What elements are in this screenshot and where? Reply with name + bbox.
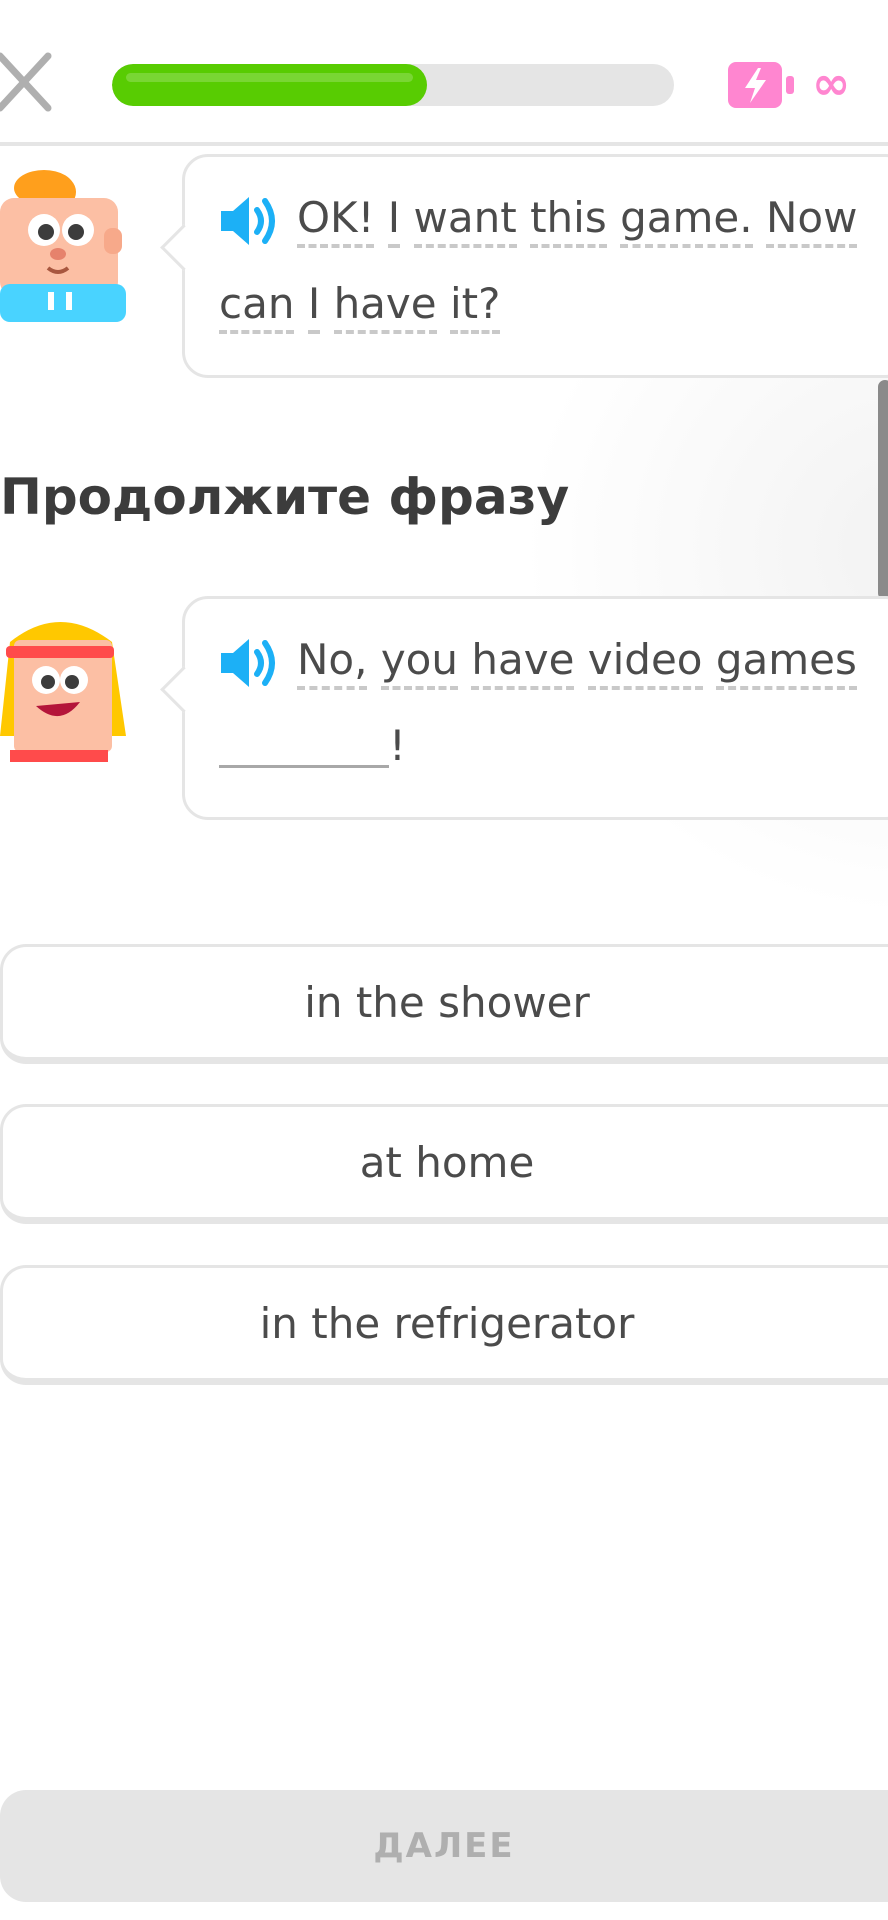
close-icon xyxy=(0,52,52,112)
prompt-word[interactable]: I xyxy=(387,193,401,248)
option-button[interactable]: in the refrigerator xyxy=(0,1265,888,1385)
option-label: at home xyxy=(359,1138,535,1187)
prompt-word[interactable]: it? xyxy=(449,279,501,334)
character-avatar-boy xyxy=(0,168,130,328)
prompt-word[interactable]: have xyxy=(333,279,437,334)
instruction-heading: Продолжите фразу xyxy=(0,468,570,526)
energy-battery-icon[interactable] xyxy=(726,60,796,110)
continue-button[interactable]: ДАЛЕЕ xyxy=(0,1790,888,1902)
response-word[interactable]: games xyxy=(715,635,857,690)
progress-fill xyxy=(112,64,427,106)
prompt-word[interactable]: this xyxy=(530,193,607,248)
response-line-1: No, you have video games xyxy=(297,617,857,703)
option-label: in the shower xyxy=(304,978,590,1027)
prompt-line-1: OK! I want this game. Now xyxy=(297,175,858,261)
progress-shine xyxy=(126,73,413,82)
option-label: in the refrigerator xyxy=(259,1299,635,1348)
response-word[interactable]: No, xyxy=(297,635,368,690)
character-avatar-girl xyxy=(0,612,130,762)
response-word[interactable]: video xyxy=(587,635,703,690)
option-button[interactable]: at home xyxy=(0,1104,888,1224)
response-word[interactable]: have xyxy=(471,635,575,690)
energy-count: ∞ xyxy=(812,56,851,110)
speaker-button[interactable] xyxy=(219,635,281,691)
prompt-word[interactable]: game. xyxy=(620,193,753,248)
prompt-speech-bubble: OK! I want this game. Now can I have it? xyxy=(160,154,888,378)
prompt-word[interactable]: can xyxy=(219,279,295,334)
scrollbar-handle[interactable] xyxy=(878,380,888,600)
response-punctuation: ! xyxy=(389,721,406,770)
close-button[interactable] xyxy=(0,52,56,114)
speaker-icon xyxy=(221,197,275,245)
prompt-word[interactable]: OK! xyxy=(297,193,375,248)
speaker-icon xyxy=(221,639,275,687)
bubble-tail xyxy=(160,224,207,271)
response-line-2: ! xyxy=(219,703,406,789)
option-button[interactable]: in the shower xyxy=(0,944,888,1064)
speaker-button[interactable] xyxy=(219,193,281,249)
response-speech-bubble: No, you have video games ! xyxy=(160,596,888,820)
prompt-word[interactable]: I xyxy=(307,279,321,334)
bubble-tail xyxy=(160,666,207,713)
header-divider xyxy=(0,142,888,146)
lesson-progress-bar xyxy=(112,64,674,106)
answer-blank xyxy=(219,725,389,768)
continue-label: ДАЛЕЕ xyxy=(373,1826,515,1866)
prompt-line-2: can I have it? xyxy=(219,261,501,347)
response-word[interactable]: you xyxy=(380,635,458,690)
prompt-word[interactable]: want xyxy=(413,193,517,248)
prompt-word[interactable]: Now xyxy=(765,193,858,248)
